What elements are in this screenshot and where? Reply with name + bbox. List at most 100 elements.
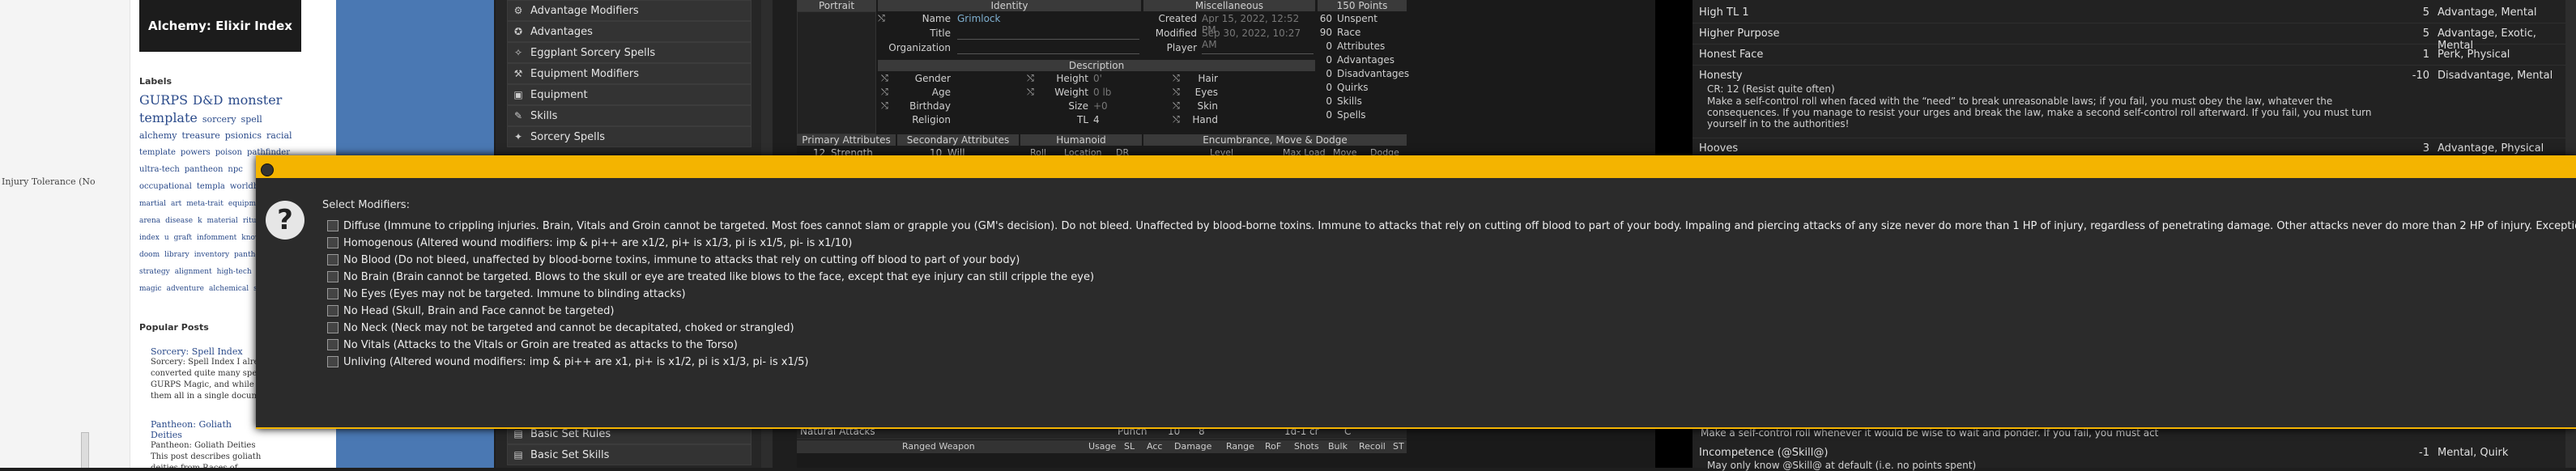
sidebar-item-eggplant-sorcery-spells[interactable]: ✧ Eggplant Sorcery Spells — [507, 42, 752, 63]
checkbox[interactable] — [327, 254, 338, 265]
modifier-option-no-brain[interactable]: No Brain (Brain cannot be targeted. Blow… — [327, 269, 1094, 284]
list-item[interactable]: Honest Face 1 Perk, Physical — [1692, 49, 2567, 66]
checkbox[interactable] — [327, 322, 338, 333]
checkbox[interactable] — [327, 220, 338, 231]
randomize-icon[interactable]: ⤭ — [878, 13, 885, 24]
randomize-icon[interactable]: ⤭ — [1173, 114, 1180, 125]
label-link[interactable]: graft — [174, 230, 192, 246]
player-field[interactable] — [1202, 53, 1314, 54]
sidebar-item-equipment[interactable]: ▣ Equipment — [507, 84, 752, 105]
dialog-title-bar[interactable] — [256, 160, 2576, 178]
label-link[interactable]: monster — [228, 92, 282, 108]
label-link[interactable]: infomment — [197, 230, 236, 246]
sidebar-item-advantages[interactable]: ✪ Advantages — [507, 21, 752, 42]
label-link[interactable]: adventure — [167, 281, 204, 295]
sidebar-item-basic-set-skills[interactable]: ▤ Basic Set Skills — [507, 444, 752, 465]
modifier-option-homogenous[interactable]: Homogenous (Altered wound modifiers: imp… — [327, 236, 852, 250]
randomize-icon[interactable]: ⤭ — [881, 87, 888, 98]
sidebar-item-sorcery-spells[interactable]: ✦ Sorcery Spells — [507, 126, 752, 147]
popular-post[interactable]: Pantheon: Goliath Deities Pantheon: Goli… — [151, 419, 264, 468]
sidebar-item-equipment-modifiers[interactable]: ⚒ Equipment Modifiers — [507, 63, 752, 84]
label-link[interactable]: doom — [139, 247, 160, 263]
label-link[interactable]: meta-trait — [186, 196, 224, 212]
randomize-icon[interactable]: ⤭ — [881, 73, 888, 84]
blog-badge[interactable]: Alchemy: Elixir Index — [139, 0, 301, 52]
label-link[interactable]: poison — [215, 145, 242, 161]
organization-field[interactable] — [957, 53, 1139, 54]
modifier-option-unliving[interactable]: Unliving (Altered wound modifiers: imp &… — [327, 354, 808, 369]
checkbox[interactable] — [327, 237, 338, 248]
label-link[interactable]: template — [139, 110, 198, 126]
label-link[interactable]: inventory — [194, 247, 229, 263]
label-link[interactable]: occupational — [139, 179, 192, 195]
label-link[interactable]: disease — [165, 213, 193, 229]
label-link[interactable]: alchemical — [209, 281, 249, 295]
label-link[interactable]: npc — [228, 162, 242, 178]
weight-value[interactable]: 0 lb — [1093, 87, 1111, 98]
modifier-option-no-blood[interactable]: No Blood (Do not bleed, unaffected by bl… — [327, 252, 1020, 267]
checkbox[interactable] — [327, 356, 338, 367]
label-link[interactable]: D&D — [193, 92, 223, 108]
points-value[interactable]: 0 — [1318, 40, 1332, 52]
list-item[interactable]: High TL 1 5 Advantage, Mental — [1692, 6, 2567, 23]
points-value[interactable]: 0 — [1318, 68, 1332, 79]
label-link[interactable]: sorcery — [202, 112, 236, 128]
label-link[interactable]: martial — [139, 196, 166, 212]
points-value[interactable]: 0 — [1318, 54, 1332, 66]
points-value[interactable]: 0 — [1318, 82, 1332, 93]
label-link[interactable]: alchemy — [139, 128, 177, 144]
label-link[interactable]: GURPS — [139, 92, 188, 108]
label-link[interactable]: ultra-tech — [139, 162, 180, 178]
label-link[interactable]: art — [171, 196, 181, 212]
size-value[interactable]: +0 — [1093, 100, 1108, 112]
label-link[interactable]: library — [164, 247, 189, 263]
modifier-option-no-vitals[interactable]: No Vitals (Attacks to the Vitals or Groi… — [327, 337, 738, 352]
randomize-icon[interactable]: ⤭ — [1027, 87, 1034, 98]
checkbox[interactable] — [327, 305, 338, 316]
label-link[interactable]: spell — [241, 112, 262, 128]
randomize-icon[interactable]: ⤭ — [1173, 87, 1180, 98]
portrait[interactable] — [797, 11, 876, 134]
list-item[interactable]: Higher Purpose 5 Advantage, Exotic, Ment… — [1692, 28, 2567, 52]
label-link[interactable]: k — [198, 213, 202, 229]
label-link[interactable]: template — [139, 145, 176, 161]
checkbox[interactable] — [327, 271, 338, 282]
label-link[interactable]: treasure — [181, 128, 219, 144]
label-link[interactable]: arena — [139, 213, 160, 229]
dialog-menu-icon[interactable] — [261, 163, 274, 176]
label-link[interactable]: pantheon — [185, 162, 224, 178]
label-link[interactable]: index — [139, 230, 160, 246]
modifier-option-no-head[interactable]: No Head (Skull, Brain and Face cannot be… — [327, 303, 614, 318]
points-value[interactable]: 90 — [1318, 27, 1332, 38]
label-link[interactable]: magic — [139, 281, 162, 295]
randomize-icon[interactable]: ⤭ — [881, 100, 888, 112]
randomize-icon[interactable]: ⤭ — [1173, 100, 1180, 112]
label-link[interactable]: powers — [181, 145, 211, 161]
label-link[interactable]: high-tech — [217, 264, 252, 280]
label-link[interactable]: material — [207, 213, 238, 229]
blog-scrollbar[interactable] — [81, 432, 89, 468]
modifier-option-no-neck[interactable]: No Neck (Neck may not be targeted and ca… — [327, 320, 794, 335]
label-link[interactable]: u — [164, 230, 169, 246]
randomize-icon[interactable]: ⤭ — [1027, 73, 1034, 84]
checkbox[interactable] — [327, 339, 338, 350]
points-value[interactable]: 0 — [1318, 109, 1332, 121]
modifier-option-no-eyes[interactable]: No Eyes (Eyes may not be targeted. Immun… — [327, 286, 686, 301]
label-link[interactable]: alignment — [175, 264, 212, 280]
list-item[interactable]: Honesty -10 Disadvantage, Mental CR: 12 … — [1692, 70, 2567, 138]
sidebar-item-advantage-modifiers[interactable]: ⚙ Advantage Modifiers — [507, 0, 752, 21]
points-value[interactable]: 60 — [1318, 13, 1332, 24]
points-value[interactable]: 0 — [1318, 95, 1332, 107]
name-field[interactable]: Grimlock — [957, 13, 1000, 24]
label-link[interactable]: templa — [197, 179, 225, 195]
checkbox[interactable] — [327, 288, 338, 299]
title-field[interactable] — [957, 39, 1139, 40]
popular-post[interactable]: Sorcery: Spell Index Sorcery: Spell Inde… — [151, 346, 264, 402]
list-item[interactable]: Incompetence (@Skill@) -1 Mental, Quirk … — [1692, 447, 2567, 471]
tl-value[interactable]: 4 — [1093, 114, 1100, 125]
post-title[interactable]: Sorcery: Spell Index — [151, 346, 264, 357]
post-title[interactable]: Pantheon: Goliath Deities — [151, 419, 264, 440]
label-link[interactable]: strategy — [139, 264, 170, 280]
randomize-icon[interactable]: ⤭ — [1173, 73, 1180, 84]
label-link[interactable]: racial — [266, 128, 292, 144]
